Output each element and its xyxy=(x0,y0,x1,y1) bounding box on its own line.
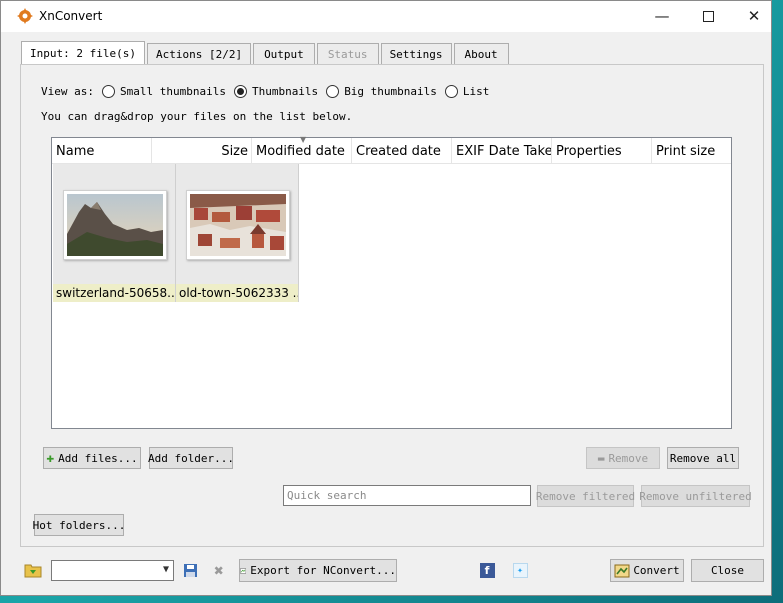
view-as-row: View as: Small thumbnails Thumbnails Big… xyxy=(41,85,489,98)
sort-indicator-icon: ▼ xyxy=(300,135,307,144)
save-icon xyxy=(183,563,197,577)
twitter-icon: ✦ xyxy=(512,562,528,578)
old-town-photo-image xyxy=(190,194,286,256)
minus-icon: ▬ xyxy=(597,451,605,465)
tab-actions[interactable]: Actions [2/2] xyxy=(146,43,252,64)
radio-icon xyxy=(326,85,340,98)
column-properties[interactable]: Properties xyxy=(552,138,652,164)
save-settings-button[interactable] xyxy=(180,560,200,580)
view-option-thumbnails[interactable]: Thumbnails xyxy=(233,85,319,98)
title-bar: XnConvert — ✕ xyxy=(1,1,771,32)
facebook-button[interactable]: f xyxy=(478,561,496,579)
minimize-icon: — xyxy=(654,7,670,25)
tab-output[interactable]: Output xyxy=(253,43,315,64)
maximize-button[interactable] xyxy=(685,1,731,31)
file-thumbnail[interactable]: switzerland-50658... xyxy=(53,164,176,302)
convert-label: Convert xyxy=(633,564,680,577)
close-window-button[interactable]: ✕ xyxy=(731,1,777,31)
maximize-icon xyxy=(702,10,714,22)
view-option-label: Thumbnails xyxy=(251,85,319,98)
column-size[interactable]: Size xyxy=(152,138,252,164)
column-name[interactable]: Name xyxy=(52,138,152,164)
tab-bar: Input: 2 file(s) Actions [2/2] Output St… xyxy=(21,41,511,64)
radio-checked-icon xyxy=(233,85,247,98)
view-option-list[interactable]: List xyxy=(444,85,490,98)
export-icon xyxy=(240,567,247,574)
remove-unfiltered-button[interactable]: Remove unfiltered xyxy=(639,485,752,507)
view-option-label: Big thumbnails xyxy=(344,85,437,98)
file-thumbnail[interactable]: old-town-5062333 ... xyxy=(176,164,299,302)
column-print-size[interactable]: Print size xyxy=(652,138,731,164)
view-option-big-thumbnails[interactable]: Big thumbnails xyxy=(326,85,437,98)
input-panel: View as: Small thumbnails Thumbnails Big… xyxy=(20,64,764,547)
folder-open-icon xyxy=(24,564,42,578)
remove-label: Remove xyxy=(608,451,649,465)
close-icon: ✕ xyxy=(747,7,761,25)
radio-icon xyxy=(101,85,115,98)
xnconvert-window: XnConvert — ✕ Input: 2 file(s) Actions [… xyxy=(0,0,772,596)
minimize-button[interactable]: — xyxy=(639,1,685,31)
xnconvert-logo-icon xyxy=(17,8,33,24)
remove-filtered-button[interactable]: Remove filtered xyxy=(536,485,635,507)
delete-settings-button[interactable]: ✖ xyxy=(209,560,229,580)
add-files-button[interactable]: ✚ Add files... xyxy=(43,447,141,469)
view-option-label: List xyxy=(462,85,490,98)
column-headers: Name Size Modified date Created date EXI… xyxy=(52,135,731,164)
export-label: Export for NConvert... xyxy=(250,564,396,577)
column-exif-date[interactable]: EXIF Date Taken xyxy=(452,138,552,164)
view-option-label: Small thumbnails xyxy=(119,85,226,98)
file-name-label: switzerland-50658... xyxy=(53,284,175,302)
facebook-icon: f xyxy=(479,562,495,578)
thumbnail-frame xyxy=(63,190,167,260)
view-option-small-thumbnails[interactable]: Small thumbnails xyxy=(101,85,226,98)
convert-icon xyxy=(614,564,630,577)
tab-settings[interactable]: Settings xyxy=(380,43,452,64)
drag-drop-hint: You can drag&drop your files on the list… xyxy=(41,110,353,123)
twitter-button[interactable]: ✦ xyxy=(511,561,529,579)
hot-folders-button[interactable]: Hot folders... xyxy=(33,514,125,536)
radio-icon xyxy=(444,85,458,98)
tab-about[interactable]: About xyxy=(453,43,509,64)
column-created-date[interactable]: Created date xyxy=(352,138,452,164)
view-as-label: View as: xyxy=(41,85,94,98)
settings-combo[interactable]: ▼ xyxy=(51,560,174,581)
file-list[interactable]: Name Size Modified date Created date EXI… xyxy=(51,135,732,429)
tab-input[interactable]: Input: 2 file(s) xyxy=(21,41,145,64)
convert-button[interactable]: Convert xyxy=(610,559,684,582)
close-button[interactable]: Close xyxy=(691,559,764,582)
quick-search-input[interactable]: Quick search xyxy=(283,485,531,506)
remove-all-button[interactable]: Remove all xyxy=(667,447,739,469)
export-nconvert-button[interactable]: Export for NConvert... xyxy=(239,559,397,582)
chevron-down-icon: ▼ xyxy=(162,564,169,575)
window-title: XnConvert xyxy=(39,9,103,23)
open-settings-button[interactable] xyxy=(23,560,43,580)
bottom-bar: ▼ ✖ Export for NConvert... f ✦ Convert C… xyxy=(1,549,771,597)
add-folder-button[interactable]: Add folder... xyxy=(148,447,234,469)
tab-status[interactable]: Status xyxy=(316,43,379,64)
mountain-photo-image xyxy=(67,194,163,256)
thumbnail-frame xyxy=(186,190,290,260)
add-files-label: Add files... xyxy=(58,451,138,465)
file-name-label: old-town-5062333 ... xyxy=(176,284,298,302)
delete-icon: ✖ xyxy=(214,560,224,580)
remove-button[interactable]: ▬ Remove xyxy=(586,447,660,469)
plus-icon: ✚ xyxy=(46,450,55,466)
